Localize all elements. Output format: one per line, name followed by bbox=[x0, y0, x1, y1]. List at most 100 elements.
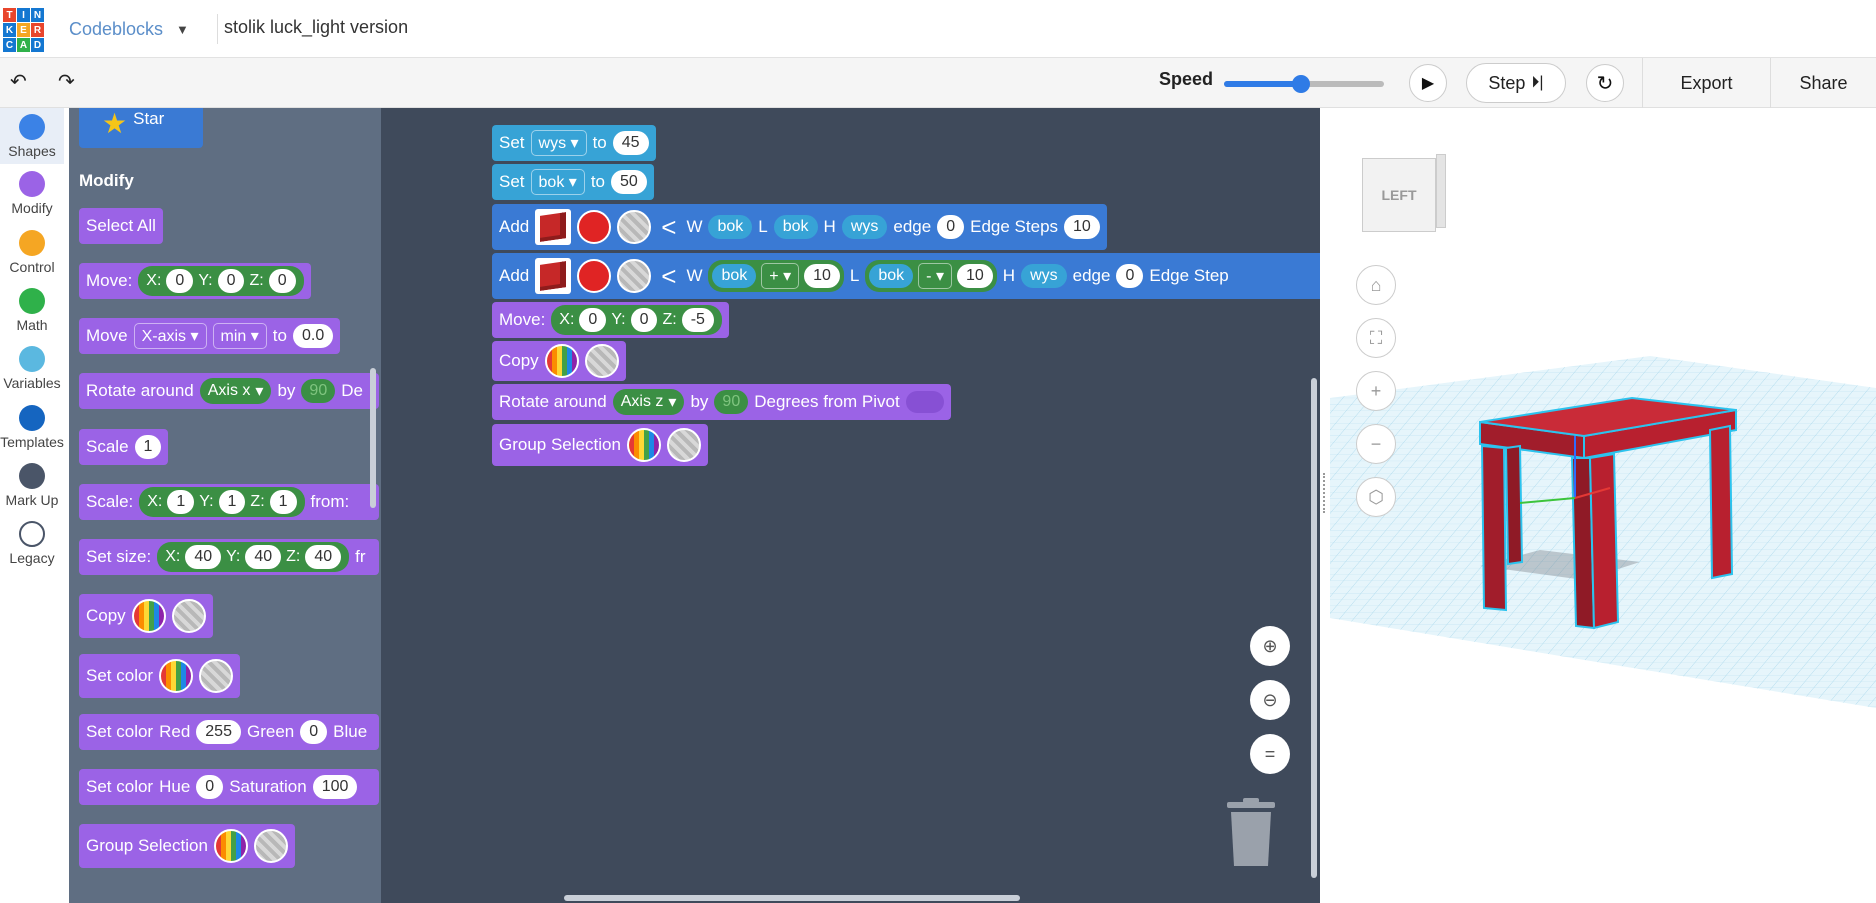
variable-pill[interactable]: wys bbox=[841, 215, 888, 239]
set-color-rgb-block[interactable]: Set color Red 255 Green 0 Blue bbox=[79, 714, 379, 750]
share-button[interactable]: Share bbox=[1770, 58, 1876, 108]
color-swatch[interactable] bbox=[544, 344, 579, 378]
angle-value[interactable]: 90 bbox=[714, 390, 749, 414]
export-button[interactable]: Export bbox=[1642, 58, 1770, 108]
category-templates[interactable]: Templates bbox=[0, 402, 64, 450]
collapse-arrow-icon[interactable]: < bbox=[661, 212, 676, 243]
edge-value[interactable]: 0 bbox=[1116, 264, 1144, 288]
y-value[interactable]: 0 bbox=[630, 308, 658, 332]
number-value[interactable]: 10 bbox=[956, 264, 993, 288]
math-expression[interactable]: bok + ▾ 10 bbox=[708, 260, 844, 292]
move-block[interactable]: Move: X: 0 Y: 0 Z: -5 bbox=[492, 302, 729, 338]
redo-icon[interactable]: ↷ bbox=[58, 69, 75, 94]
project-title[interactable]: stolik luck_light version bbox=[224, 17, 408, 38]
category-modify[interactable]: Modify bbox=[0, 168, 64, 216]
color-swatch[interactable] bbox=[159, 659, 194, 693]
x-value[interactable]: 1 bbox=[167, 490, 195, 514]
move-axis-block[interactable]: Move X-axis ▾ min ▾ to 0.0 bbox=[79, 318, 341, 354]
scale-block[interactable]: Scale 1 bbox=[79, 429, 169, 465]
collapse-arrow-icon[interactable]: < bbox=[661, 261, 676, 292]
saturation-value[interactable]: 100 bbox=[312, 775, 358, 799]
move-block[interactable]: Move: X: 0 Y: 0 Z: 0 bbox=[79, 263, 311, 299]
workspace-vertical-scrollbar[interactable] bbox=[1311, 378, 1317, 878]
variable-pill[interactable]: bok bbox=[708, 215, 753, 239]
rotate-block[interactable]: Rotate around Axis x ▾ by 90 De bbox=[79, 373, 379, 409]
number-value[interactable]: 10 bbox=[804, 264, 840, 288]
edge-steps-value[interactable]: 10 bbox=[1064, 215, 1100, 239]
variable-dropdown[interactable]: bok ▾ bbox=[530, 169, 585, 195]
category-math[interactable]: Math bbox=[0, 285, 64, 333]
value-input[interactable]: 0.0 bbox=[292, 324, 334, 348]
x-value[interactable]: 0 bbox=[579, 308, 607, 332]
zoom-in-button[interactable]: + bbox=[1356, 371, 1396, 411]
set-size-block[interactable]: Set size: X: 40 Y: 40 Z: 40 fr bbox=[79, 539, 379, 575]
hole-swatch[interactable] bbox=[584, 344, 619, 378]
color-swatch[interactable] bbox=[213, 829, 248, 863]
set-color-block[interactable]: Set color bbox=[79, 654, 241, 698]
z-value[interactable]: 1 bbox=[269, 490, 297, 514]
x-value[interactable]: 0 bbox=[166, 269, 194, 293]
y-value[interactable]: 0 bbox=[217, 269, 245, 293]
step-button[interactable]: Step ⏵| bbox=[1466, 63, 1566, 103]
variable-dropdown[interactable]: wys ▾ bbox=[530, 130, 587, 156]
speed-slider[interactable] bbox=[1224, 75, 1384, 93]
chevron-down-icon[interactable]: ▼ bbox=[176, 22, 189, 37]
variable-pill[interactable]: bok bbox=[712, 264, 757, 288]
perspective-button[interactable]: ⬡ bbox=[1356, 477, 1396, 517]
scale-xyz-block[interactable]: Scale: X: 1 Y: 1 Z: 1 from: bbox=[79, 484, 379, 520]
panel-resize-handle[interactable] bbox=[1323, 473, 1327, 513]
trash-icon[interactable] bbox=[1223, 798, 1279, 868]
color-swatch[interactable] bbox=[131, 599, 166, 633]
category-legacy[interactable]: Legacy bbox=[0, 518, 64, 566]
axis-dropdown[interactable]: Axis x ▾ bbox=[199, 378, 272, 404]
color-swatch[interactable] bbox=[626, 428, 661, 462]
axis-dropdown[interactable]: X-axis ▾ bbox=[133, 323, 207, 349]
rotate-block[interactable]: Rotate around Axis z ▾ by 90 Degrees fro… bbox=[492, 384, 951, 420]
category-variables[interactable]: Variables bbox=[0, 343, 64, 391]
reset-button[interactable]: ↻ bbox=[1586, 64, 1624, 102]
hue-value[interactable]: 0 bbox=[196, 775, 224, 799]
operator-dropdown[interactable]: + ▾ bbox=[761, 263, 800, 289]
red-value[interactable]: 255 bbox=[196, 720, 241, 744]
box-shape-icon[interactable] bbox=[535, 209, 572, 245]
operator-dropdown[interactable]: - ▾ bbox=[918, 263, 952, 289]
axis-dropdown[interactable]: Axis z ▾ bbox=[612, 389, 685, 415]
z-value[interactable]: 40 bbox=[305, 545, 342, 569]
scale-value[interactable]: 1 bbox=[134, 435, 162, 459]
copy-block[interactable]: Copy bbox=[79, 594, 213, 638]
zoom-out-button[interactable]: − bbox=[1356, 424, 1396, 464]
mode-dropdown[interactable]: min ▾ bbox=[212, 323, 267, 349]
x-value[interactable]: 40 bbox=[185, 545, 222, 569]
variable-pill[interactable]: wys bbox=[1021, 264, 1067, 288]
y-value[interactable]: 40 bbox=[245, 545, 282, 569]
category-shapes[interactable]: Shapes bbox=[0, 108, 64, 164]
color-swatch[interactable] bbox=[577, 210, 612, 244]
app-name[interactable]: Codeblocks bbox=[69, 19, 163, 40]
hole-swatch[interactable] bbox=[666, 428, 701, 462]
3d-viewport[interactable]: LEFT ⌂ ⛶ + − ⬡ bbox=[1320, 108, 1876, 903]
set-variable-block[interactable]: Set bok ▾ to 50 bbox=[492, 164, 654, 200]
copy-block[interactable]: Copy bbox=[492, 341, 626, 381]
play-button[interactable]: ▶ bbox=[1409, 64, 1447, 102]
pivot-slot[interactable] bbox=[905, 391, 944, 413]
color-swatch[interactable] bbox=[577, 259, 612, 293]
view-cube[interactable]: LEFT bbox=[1362, 150, 1446, 234]
hole-swatch[interactable] bbox=[171, 599, 206, 633]
fit-view-button[interactable]: ⛶ bbox=[1356, 318, 1396, 358]
hole-swatch[interactable] bbox=[617, 210, 652, 244]
workspace-horizontal-scrollbar[interactable] bbox=[564, 895, 1020, 901]
undo-icon[interactable]: ↶ bbox=[10, 69, 27, 94]
speed-slider-handle[interactable] bbox=[1291, 75, 1310, 93]
green-value[interactable]: 0 bbox=[300, 720, 328, 744]
reset-zoom-button[interactable]: = bbox=[1250, 734, 1290, 774]
edge-value[interactable]: 0 bbox=[937, 215, 965, 239]
y-value[interactable]: 1 bbox=[218, 490, 246, 514]
category-control[interactable]: Control bbox=[0, 227, 64, 275]
category-markup[interactable]: Mark Up bbox=[0, 460, 64, 508]
value-input[interactable]: 45 bbox=[612, 131, 649, 155]
select-all-block[interactable]: Select All bbox=[79, 208, 163, 244]
variable-pill[interactable]: bok bbox=[773, 215, 818, 239]
zoom-out-button[interactable]: ⊖ bbox=[1250, 680, 1290, 720]
z-value[interactable]: -5 bbox=[681, 308, 714, 332]
star-block[interactable]: ★ Star bbox=[79, 108, 203, 148]
